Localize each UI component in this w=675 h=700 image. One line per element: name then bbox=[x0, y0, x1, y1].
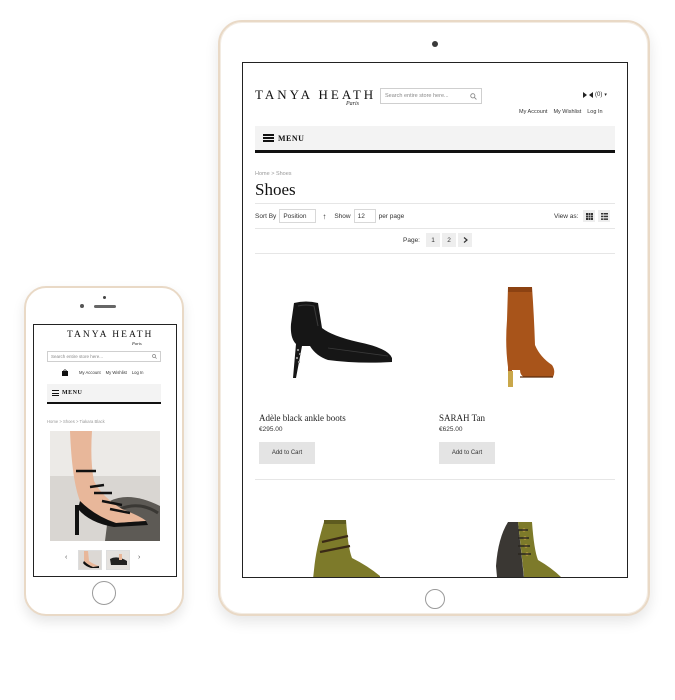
product-card: SARAH Tan €625.00 Add to Cart bbox=[439, 413, 609, 464]
add-to-cart-button[interactable]: Add to Cart bbox=[439, 442, 495, 464]
product-card: Adèle black ankle boots €295.00 Add to C… bbox=[259, 413, 429, 464]
phone-device: TANYA HEATH Paris Search entire store he… bbox=[24, 286, 184, 616]
hamburger-icon bbox=[52, 390, 59, 396]
menu-label: MENU bbox=[278, 133, 305, 143]
sort-by-value: Position bbox=[283, 212, 307, 220]
my-account-link[interactable]: My Account bbox=[519, 109, 547, 115]
bag-icon[interactable] bbox=[62, 369, 68, 376]
log-in-link[interactable]: Log In bbox=[132, 370, 144, 375]
chevron-left-icon[interactable]: ‹ bbox=[65, 554, 67, 561]
search-input[interactable]: Search entire store here... bbox=[380, 88, 482, 104]
page-1-link[interactable]: 1 bbox=[426, 233, 440, 247]
brand-logo-sub: Paris bbox=[132, 341, 142, 346]
brand-logo-sub: Paris bbox=[346, 101, 360, 107]
phone-home-button[interactable] bbox=[92, 581, 116, 605]
divider bbox=[255, 253, 615, 254]
limiter-value: 12 bbox=[357, 212, 365, 220]
chevron-right-icon[interactable] bbox=[458, 233, 472, 247]
search-placeholder: Search entire store here... bbox=[51, 354, 104, 359]
hamburger-icon bbox=[263, 134, 274, 142]
menu-bar[interactable]: MENU bbox=[255, 126, 615, 153]
search-icon[interactable] bbox=[470, 92, 477, 100]
devices-mockup: TANYA HEATH Paris Search entire store he… bbox=[0, 0, 675, 700]
search-icon[interactable] bbox=[152, 354, 157, 359]
sort-by-select[interactable]: Position bbox=[279, 209, 317, 223]
view-as-label: View as: bbox=[554, 212, 579, 220]
menu-bar[interactable]: MENU bbox=[47, 384, 161, 404]
product-image-studded-boot[interactable] bbox=[488, 518, 568, 578]
divider bbox=[255, 203, 615, 204]
cart-icon bbox=[583, 92, 593, 98]
thumbnail-1[interactable] bbox=[78, 550, 102, 570]
product-name[interactable]: Adèle black ankle boots bbox=[259, 413, 429, 423]
product-price: €625.00 bbox=[439, 426, 463, 433]
grid-view-icon[interactable] bbox=[583, 210, 596, 222]
divider bbox=[255, 228, 615, 229]
menu-label: MENU bbox=[62, 390, 83, 396]
brand-logo[interactable]: TANYA HEATH bbox=[67, 330, 153, 340]
phone-camera bbox=[80, 304, 84, 308]
tablet-screen: TANYA HEATH Paris Search entire store he… bbox=[242, 62, 628, 578]
view-mode: View as: bbox=[554, 209, 611, 223]
search-input[interactable]: Search entire store here... bbox=[47, 351, 161, 362]
tablet-device: TANYA HEATH Paris Search entire store he… bbox=[218, 20, 650, 616]
pagination: Page: 1 2 bbox=[403, 233, 472, 247]
chevron-right-icon[interactable]: › bbox=[138, 554, 140, 561]
search-placeholder: Search entire store here... bbox=[385, 93, 449, 99]
phone-screen: TANYA HEATH Paris Search entire store he… bbox=[33, 324, 177, 577]
limiter-select[interactable]: 12 bbox=[353, 209, 376, 223]
thumbnail-2[interactable] bbox=[106, 550, 130, 570]
phone-sensor bbox=[103, 296, 106, 299]
page-2-link[interactable]: 2 bbox=[442, 233, 456, 247]
cart-count: (0) bbox=[595, 92, 603, 98]
tablet-home-button[interactable] bbox=[425, 589, 445, 609]
product-image-adele[interactable] bbox=[288, 298, 398, 378]
top-links: My Account My Wishlist Log In bbox=[519, 109, 603, 115]
top-links: My Account My Wishlist Log In bbox=[79, 370, 143, 375]
page-title: Shoes bbox=[255, 180, 296, 199]
tablet-camera bbox=[432, 41, 438, 47]
add-to-cart-button[interactable]: Add to Cart bbox=[259, 442, 315, 464]
product-photo[interactable] bbox=[50, 431, 160, 541]
breadcrumb[interactable]: Home > Shoes bbox=[255, 171, 292, 177]
sort-direction-arrow-icon[interactable]: ↑ bbox=[322, 212, 326, 221]
cart-widget[interactable]: (0) ▾ bbox=[583, 92, 607, 98]
product-image-olive-boot[interactable] bbox=[308, 518, 388, 578]
breadcrumb[interactable]: Home > Shoes > Tiakara Black bbox=[47, 419, 105, 424]
show-label: Show bbox=[334, 212, 351, 220]
phone-speaker bbox=[94, 305, 116, 308]
my-account-link[interactable]: My Account bbox=[79, 370, 101, 375]
list-view-icon[interactable] bbox=[598, 210, 611, 222]
log-in-link[interactable]: Log In bbox=[587, 109, 602, 115]
sort-toolbar: Sort By Position ↑ Show 12 per page bbox=[255, 208, 404, 224]
per-page-label: per page bbox=[378, 212, 405, 220]
pager-label: Page: bbox=[403, 236, 420, 244]
sort-by-label: Sort By bbox=[255, 212, 277, 220]
product-price: €295.00 bbox=[259, 426, 283, 433]
chevron-down-icon: ▾ bbox=[604, 92, 607, 98]
product-image-sarah[interactable] bbox=[498, 285, 558, 389]
product-name[interactable]: SARAH Tan bbox=[439, 413, 609, 423]
my-wishlist-link[interactable]: My Wishlist bbox=[106, 370, 127, 375]
divider bbox=[255, 479, 615, 480]
my-wishlist-link[interactable]: My Wishlist bbox=[553, 109, 581, 115]
